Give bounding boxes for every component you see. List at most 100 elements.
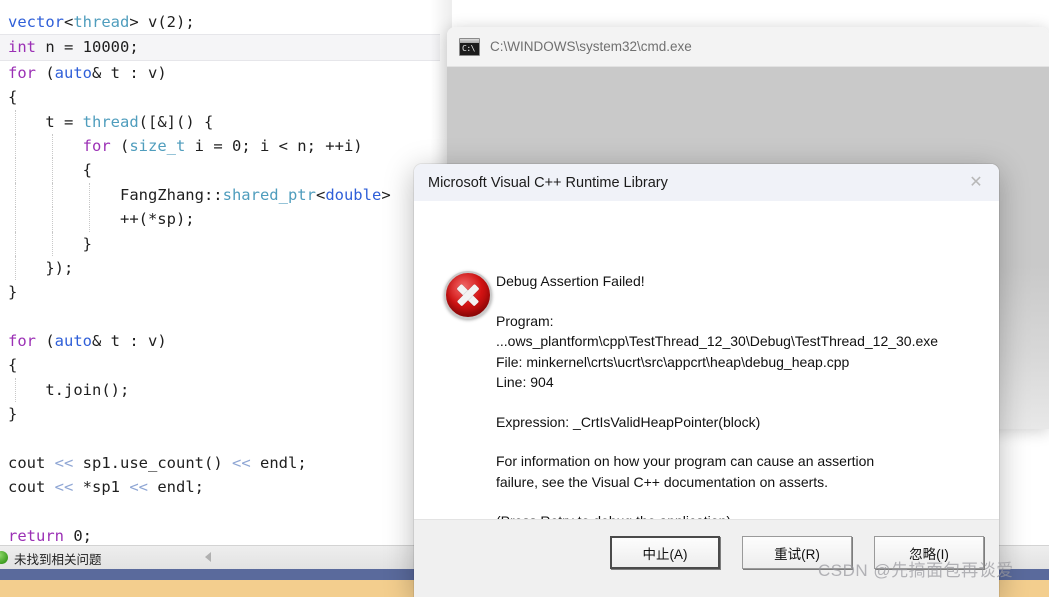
code-token: <	[64, 13, 74, 31]
code-token: 10000	[82, 38, 130, 57]
console-title-bar[interactable]: C:\ C:\WINDOWS\system32\cmd.exe	[447, 27, 1049, 67]
indent-guide	[15, 377, 17, 403]
code-token: for	[8, 63, 36, 82]
indent-guide	[52, 133, 54, 159]
dialog-footer: 中止(A) 重试(R) 忽略(I)	[414, 519, 999, 597]
code-token: sp1.	[73, 454, 121, 473]
console-title-text: C:\WINDOWS\system32\cmd.exe	[490, 39, 692, 54]
code-line: t = thread([&]() {	[0, 109, 440, 134]
dialog-title-bar[interactable]: Microsoft Visual C++ Runtime Library ✕	[414, 164, 999, 201]
green-circle-icon	[0, 551, 8, 564]
code-line: FangZhang::shared_ptr<double>	[0, 182, 440, 208]
code-token: }	[8, 405, 18, 424]
code-line: });	[0, 255, 440, 281]
dialog-button-3[interactable]: 忽略(I)	[874, 536, 984, 569]
code-token: ([&]() {	[138, 112, 214, 131]
code-line: for (auto& t : v)	[0, 61, 440, 85]
program-path: ...ows_plantform\cpp\TestThread_12_30\De…	[496, 333, 939, 349]
code-token: thread	[73, 13, 130, 31]
info-line-2: failure, see the Visual C++ documentatio…	[496, 473, 829, 490]
code-token: size_t	[129, 136, 186, 155]
code-token: (	[110, 136, 130, 155]
info-line-1: For information on how your program can …	[496, 453, 875, 469]
code-token: <<	[232, 454, 251, 473]
indent-guide	[52, 182, 54, 208]
program-label: Program:	[496, 312, 554, 329]
code-token: auto	[54, 63, 92, 82]
code-token: & t : v)	[92, 63, 167, 82]
code-token: >	[381, 185, 391, 204]
code-token: t =	[8, 112, 83, 131]
dialog-body: Debug Assertion Failed! Program: ...ows_…	[414, 201, 999, 556]
code-token: endl;	[250, 454, 307, 473]
code-line	[0, 500, 440, 524]
dialog-button-2[interactable]: 重试(R)	[742, 536, 852, 569]
code-line: cout << sp1.use_count() << endl;	[0, 451, 440, 475]
code-line: {	[0, 85, 440, 109]
code-line: for (size_t i = 0; i < n; ++i)	[0, 133, 440, 159]
error-list-status-text: 未找到相关问题	[14, 552, 102, 567]
runtime-error-dialog[interactable]: Microsoft Visual C++ Runtime Library ✕ D…	[414, 164, 999, 597]
indent-guide	[89, 207, 91, 232]
code-token: int	[8, 38, 36, 57]
code-line: ++(*sp);	[0, 207, 440, 232]
screen-root: vector<thread> v(2); int n = 10000; for (a…	[0, 0, 1049, 597]
code-token: & t : v)	[92, 332, 167, 351]
code-token: (	[36, 63, 55, 82]
code-token: use_count	[120, 454, 205, 473]
code-token: for	[8, 332, 36, 351]
code-line: int n = 10000;	[0, 34, 440, 61]
code-token: });	[8, 258, 74, 277]
triangle-left-icon[interactable]	[205, 552, 211, 562]
code-token: endl;	[148, 478, 205, 497]
expression-line: Expression: _CrtIsValidHeapPointer(block…	[496, 413, 761, 430]
code-token: auto	[54, 332, 92, 351]
indent-guide	[15, 255, 17, 281]
code-text-area[interactable]: vector<thread> v(2); int n = 10000; for (a…	[0, 0, 440, 545]
code-token: cout	[8, 478, 55, 497]
code-line: cout << *sp1 << endl;	[0, 475, 440, 499]
code-token: n =	[36, 38, 83, 57]
close-icon[interactable]: ✕	[953, 164, 999, 201]
code-token: cout	[8, 454, 55, 473]
indent-guide	[15, 109, 17, 134]
dialog-heading: Debug Assertion Failed!	[496, 273, 645, 289]
code-token: i = 0; i < n; ++i)	[185, 136, 363, 155]
code-line: vector<thread> v(2);	[0, 10, 440, 34]
dialog-message: Debug Assertion Failed! Program: ...ows_…	[496, 271, 976, 532]
indent-guide	[15, 207, 17, 232]
code-line: {	[0, 158, 440, 183]
code-token: > v(2);	[129, 13, 195, 31]
indent-guide	[52, 231, 54, 256]
code-line: }	[0, 402, 440, 426]
code-token: double	[325, 185, 382, 204]
code-token: <<	[129, 478, 149, 497]
code-token: (	[36, 332, 55, 351]
code-token: {	[8, 161, 92, 180]
error-circle-icon	[444, 271, 492, 319]
code-line: for (auto& t : v)	[0, 329, 440, 353]
indent-guide	[15, 231, 17, 256]
indent-guide	[52, 207, 54, 232]
code-token: for	[82, 136, 111, 155]
code-line: t.join();	[0, 377, 440, 403]
code-token: }	[8, 283, 18, 302]
code-token: t.join();	[8, 380, 130, 399]
code-token: ++(*sp);	[8, 210, 195, 229]
code-token: FangZhang::	[8, 185, 223, 204]
file-line: File: minkernel\crts\ucrt\src\appcrt\hea…	[496, 353, 850, 370]
code-token: return	[8, 527, 64, 545]
code-token: <	[315, 185, 326, 204]
code-token: {	[8, 88, 18, 107]
cmd-console-icon: C:\	[459, 37, 480, 56]
dialog-button-1[interactable]: 中止(A)	[610, 536, 720, 569]
code-token: }	[8, 234, 92, 253]
code-token: <<	[54, 478, 74, 497]
code-token: shared_ptr	[222, 185, 316, 204]
code-line: }	[0, 280, 440, 304]
dialog-title-text: Microsoft Visual C++ Runtime Library	[428, 174, 668, 191]
code-token: vector	[8, 13, 64, 31]
